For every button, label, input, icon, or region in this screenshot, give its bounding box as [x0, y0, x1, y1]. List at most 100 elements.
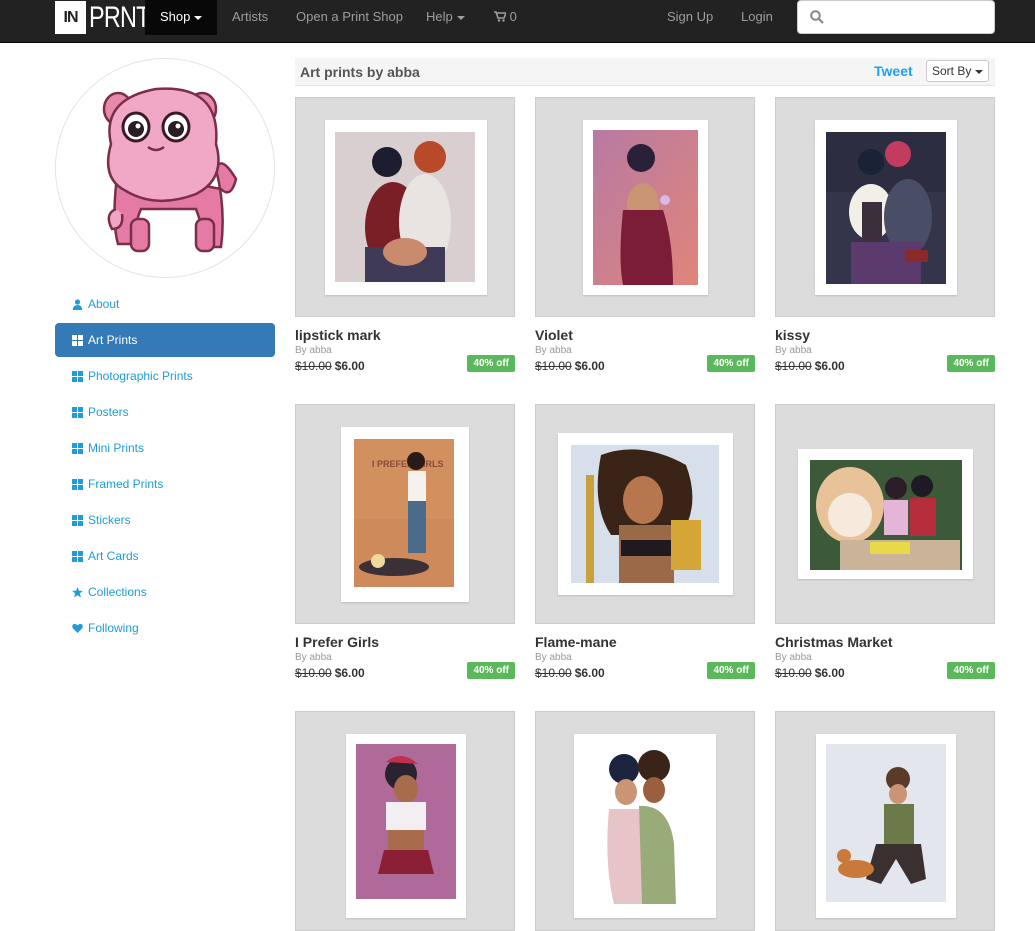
nav-help-label: Help [426, 9, 453, 24]
sidebar-item-mini-prints[interactable]: Mini Prints [55, 431, 275, 465]
nav-artists[interactable]: Artists [217, 0, 283, 35]
original-price: $10.00 [535, 666, 572, 680]
sidebar-item-following[interactable]: Following [55, 611, 275, 645]
sidebar-item-about[interactable]: About [55, 287, 275, 321]
sidebar-item-art-prints[interactable]: Art Prints [55, 323, 275, 357]
sidebar-item-collections[interactable]: Collections [55, 575, 275, 609]
nav-sign-up[interactable]: Sign Up [652, 0, 728, 35]
product-card [775, 711, 995, 931]
product-card: kissy By abba $10.00 $6.00 40% off [775, 97, 995, 375]
chevron-down-icon [456, 15, 465, 20]
discount-badge: 40% off [467, 662, 515, 679]
product-thumbnail[interactable] [295, 97, 515, 317]
product-card [535, 711, 755, 931]
grid-icon [72, 550, 83, 562]
sidebar-item-label: Mini Prints [88, 441, 145, 455]
artwork-image [571, 445, 719, 583]
product-title[interactable]: Violet [535, 327, 755, 343]
nav-cart[interactable]: 0 [479, 0, 532, 35]
original-price: $10.00 [535, 359, 572, 373]
sale-price: $6.00 [814, 359, 845, 373]
grid-icon [72, 334, 83, 346]
product-thumbnail[interactable] [775, 97, 995, 317]
user-icon [72, 298, 83, 310]
product-card: I PREFER GIRLS I Prefer Girls By abba $1… [295, 404, 515, 682]
artwork-image [356, 744, 456, 899]
sidebar-item-label: Framed Prints [88, 477, 164, 491]
original-price: $10.00 [295, 359, 332, 373]
discount-badge: 40% off [947, 355, 995, 372]
product-thumbnail[interactable] [535, 97, 755, 317]
sale-price: $6.00 [334, 359, 365, 373]
artwork-image: I PREFER GIRLS [354, 439, 454, 587]
discount-badge: 40% off [707, 355, 755, 372]
search-input[interactable] [834, 6, 984, 28]
page-title: Art prints by abba [300, 64, 420, 80]
product-title[interactable]: Christmas Market [775, 634, 995, 650]
product-thumbnail[interactable]: I PREFER GIRLS [295, 404, 515, 624]
sidebar-item-posters[interactable]: Posters [55, 395, 275, 429]
sidebar-item-label: Posters [88, 405, 129, 419]
product-card: Christmas Market By abba $10.00 $6.00 40% … [775, 404, 995, 682]
artwork-image [810, 460, 962, 570]
original-price: $10.00 [775, 359, 812, 373]
artwork-image [593, 130, 698, 285]
original-price: $10.00 [775, 666, 812, 680]
sale-price: $6.00 [814, 666, 845, 680]
logo-prnt-text: PRNT [89, 1, 150, 34]
nav-shop-label: Shop [160, 9, 191, 24]
product-thumbnail[interactable] [775, 404, 995, 624]
artwork-image [584, 744, 706, 904]
price-row: $10.00 $6.00 40% off [775, 355, 995, 375]
grid-icon [72, 478, 83, 490]
product-thumbnail[interactable] [535, 404, 755, 624]
nav-help-dropdown[interactable]: Help [411, 0, 480, 35]
artwork-image [335, 132, 475, 282]
sidebar-item-framed-prints[interactable]: Framed Prints [55, 467, 275, 501]
price-row: $10.00 $6.00 40% off [295, 662, 515, 682]
sale-price: $6.00 [574, 359, 605, 373]
chevron-down-icon [975, 69, 984, 74]
sidebar-item-label: Collections [88, 585, 147, 599]
discount-badge: 40% off [707, 662, 755, 679]
cart-icon [494, 11, 508, 22]
nav-shop-dropdown[interactable]: Shop [145, 0, 217, 35]
sidebar-item-photographic-prints[interactable]: Photographic Prints [55, 359, 275, 393]
product-thumbnail[interactable] [775, 711, 995, 931]
nav-open-print-shop[interactable]: Open a Print Shop [281, 0, 418, 35]
artwork-image [826, 132, 946, 284]
sidebar-item-stickers[interactable]: Stickers [55, 503, 275, 537]
sort-by-dropdown[interactable]: Sort By [926, 60, 990, 82]
chevron-down-icon [194, 15, 203, 20]
grid-icon [72, 370, 83, 382]
sidebar-item-label: Stickers [88, 513, 131, 527]
cart-count: 0 [509, 9, 517, 24]
price-row: $10.00 $6.00 40% off [535, 355, 755, 375]
heart-icon [72, 623, 83, 633]
tweet-button[interactable]: Tweet [874, 63, 913, 79]
nav-login[interactable]: Login [726, 0, 788, 35]
sidebar-item-art-cards[interactable]: Art Cards [55, 539, 275, 573]
price-row: $10.00 $6.00 40% off [775, 662, 995, 682]
product-thumbnail[interactable] [295, 711, 515, 931]
product-title[interactable]: I Prefer Girls [295, 634, 515, 650]
product-card [295, 711, 515, 931]
product-title[interactable]: kissy [775, 327, 995, 343]
discount-badge: 40% off [467, 355, 515, 372]
sidebar-item-label: Photographic Prints [88, 369, 193, 383]
sale-price: $6.00 [574, 666, 605, 680]
sale-price: $6.00 [334, 666, 365, 680]
grid-icon [72, 406, 83, 418]
product-thumbnail[interactable] [535, 711, 755, 931]
product-title[interactable]: lipstick mark [295, 327, 515, 343]
pink-sheep-avatar-image [102, 87, 238, 253]
logo-in-mark: IN [55, 1, 86, 34]
sidebar-item-label: About [88, 297, 120, 311]
price-row: $10.00 $6.00 40% off [535, 662, 755, 682]
top-navbar: IN PRNT Shop Artists Open a Print Shop H… [0, 0, 1035, 43]
search-icon [810, 10, 824, 24]
product-title[interactable]: Flame-mane [535, 634, 755, 650]
gallery-header: Art prints by abba Tweet Sort By [295, 58, 995, 86]
sort-by-label: Sort By [932, 64, 972, 78]
sidebar-item-label: Art Prints [88, 333, 138, 347]
